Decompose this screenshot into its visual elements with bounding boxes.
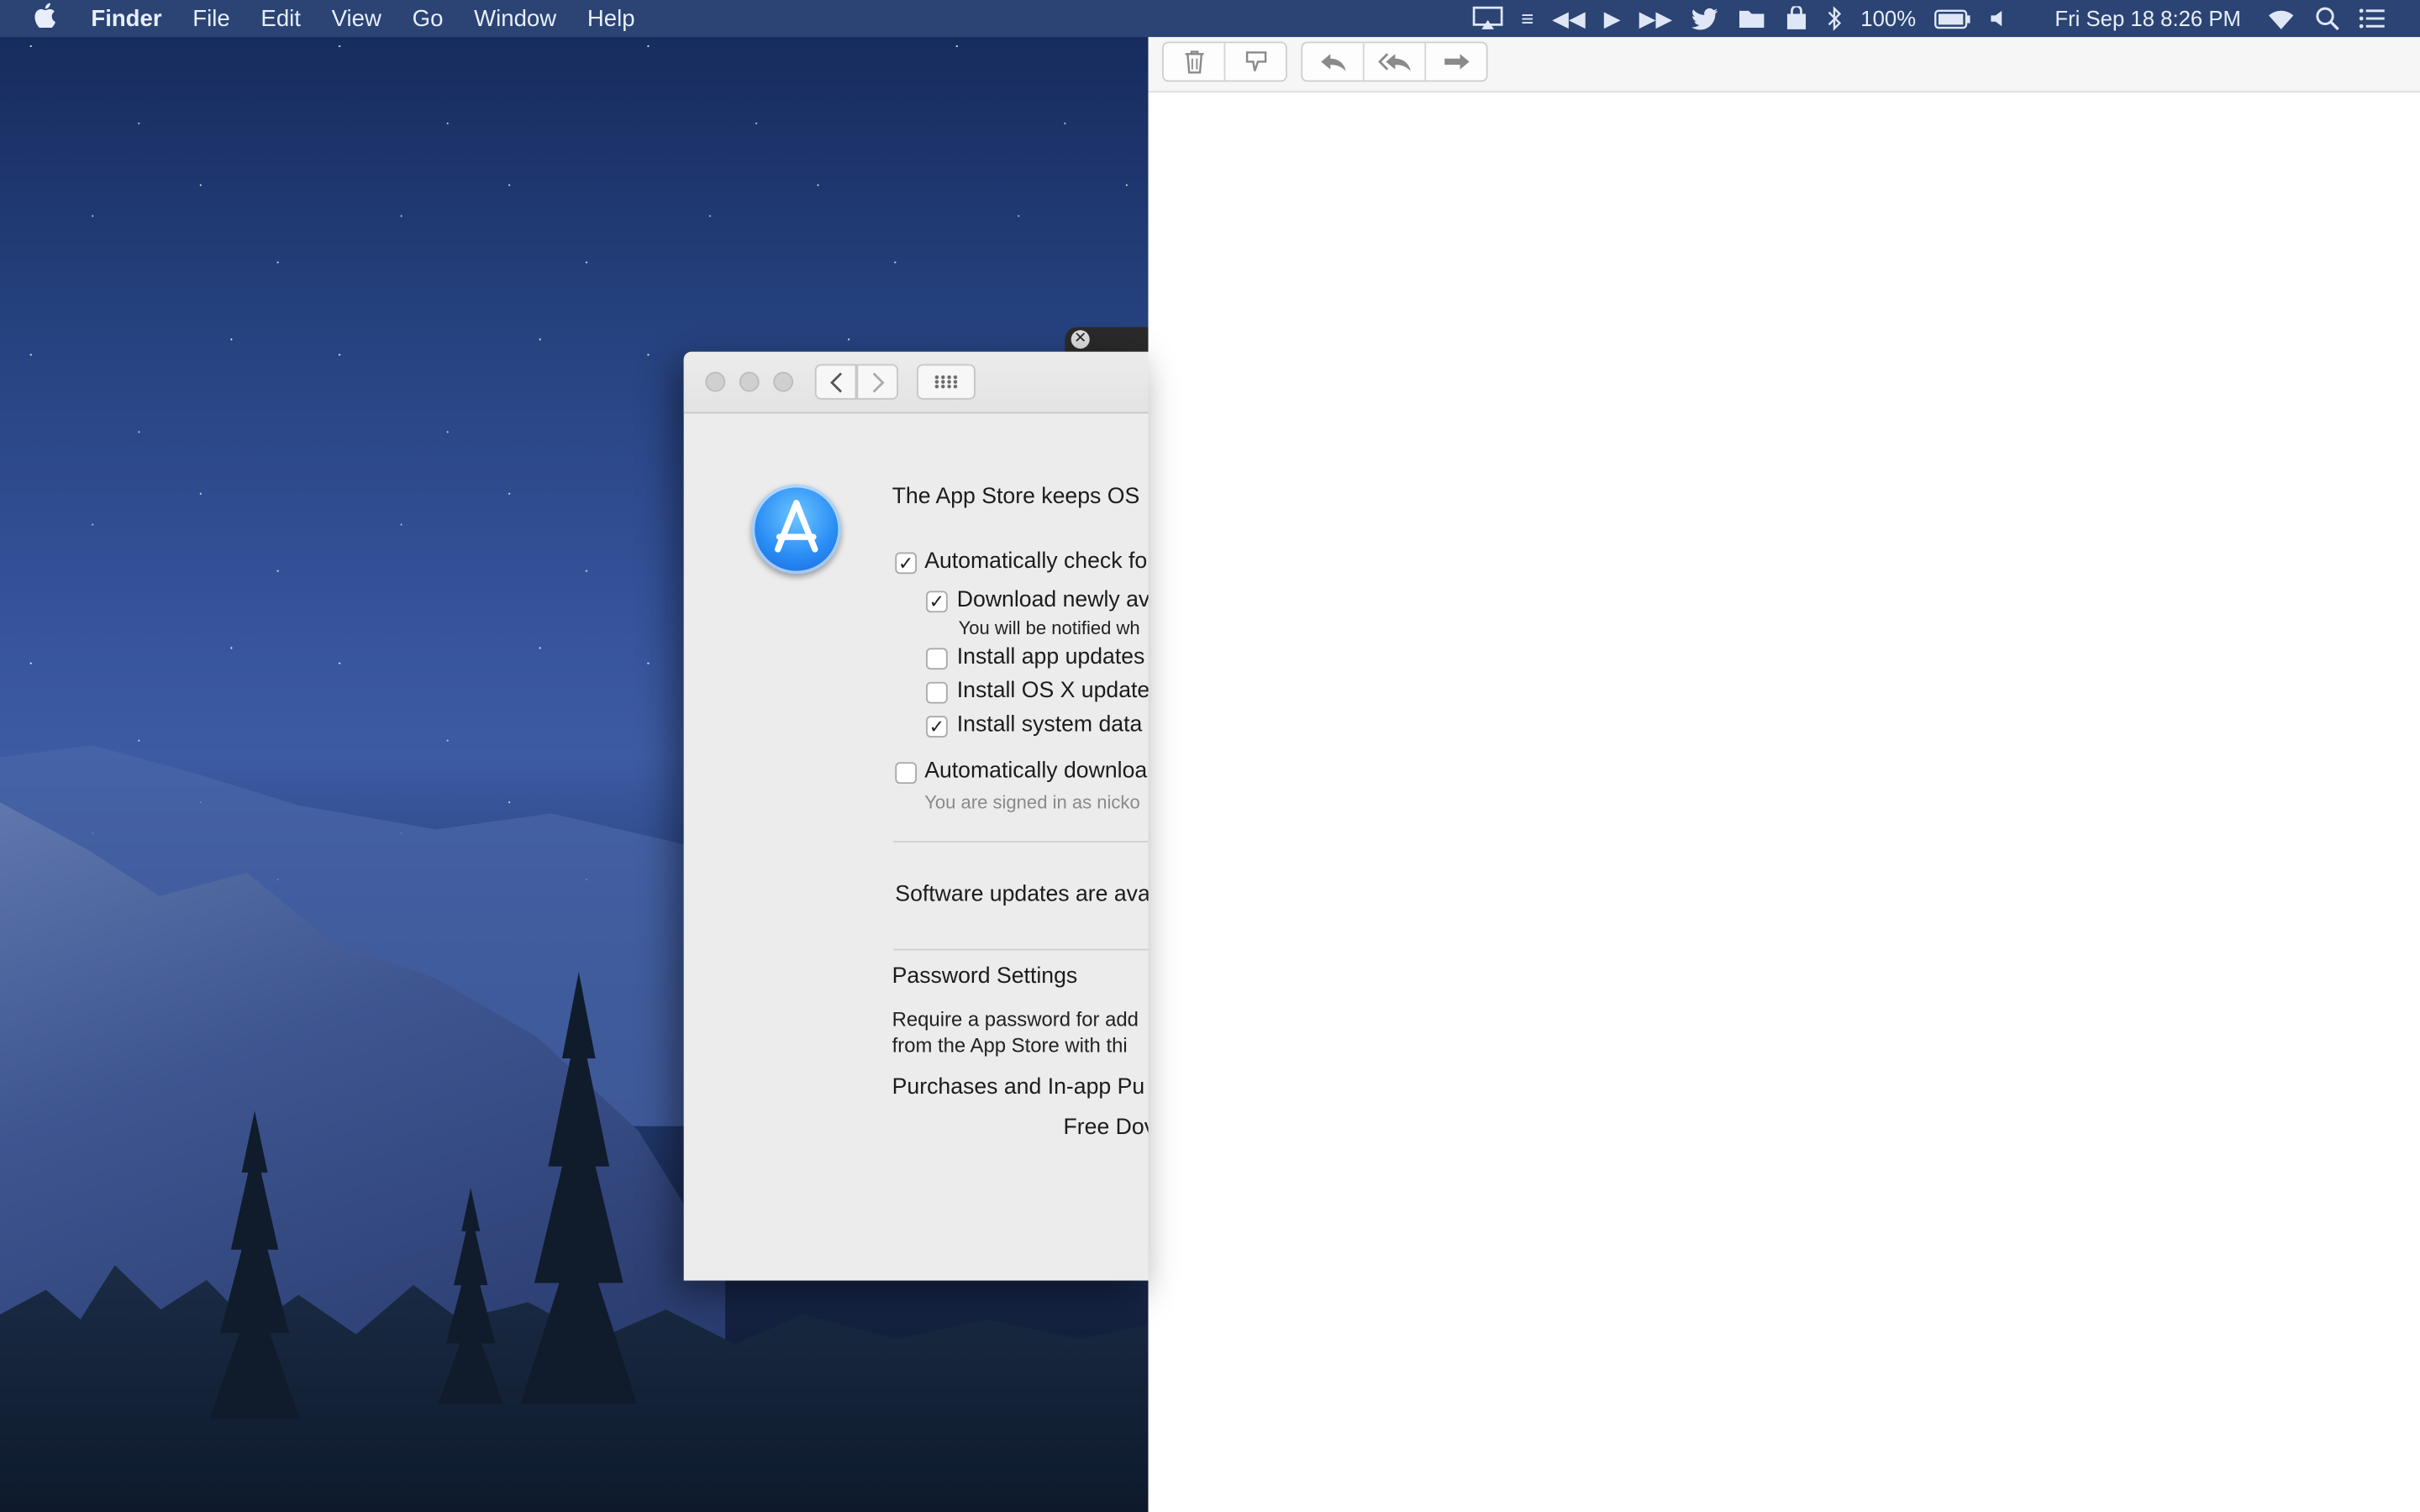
menu-go[interactable]: Go	[413, 5, 444, 31]
reply-all-icon[interactable]	[1365, 43, 1427, 81]
label-install-system-data: Install system data	[956, 712, 1143, 738]
updates-available-text: Software updates are ava	[895, 882, 1149, 907]
password-settings-heading: Password Settings	[892, 963, 1078, 990]
battery-percent[interactable]: 100%	[1860, 6, 1916, 30]
notified-note: You will be notified wh	[958, 617, 1140, 639]
menu-edit[interactable]: Edit	[260, 5, 300, 31]
label-auto-check: Automatically check fo	[924, 549, 1148, 575]
apple-menu-icon[interactable]	[34, 3, 65, 34]
reply-icon[interactable]	[1302, 43, 1365, 81]
mail-toolbar-group-reply	[1301, 41, 1488, 82]
show-all-button[interactable]	[917, 364, 976, 400]
checkbox-install-system-data[interactable]: ✓	[926, 716, 948, 738]
list-icon[interactable]: ≡	[1521, 0, 1534, 37]
menu-window[interactable]: Window	[474, 5, 556, 31]
checkbox-install-osx-updates[interactable]	[926, 681, 948, 704]
menu-file[interactable]: File	[192, 5, 229, 31]
checkbox-auto-check[interactable]: ✓	[895, 552, 918, 575]
require-password-line-2: from the App Store with thi	[892, 1033, 1128, 1058]
label-install-osx-updates: Install OS X update	[956, 679, 1149, 704]
free-downloads-label: Free Dov	[1063, 1115, 1149, 1141]
menu-help[interactable]: Help	[587, 5, 635, 31]
zoom-button[interactable]	[773, 371, 794, 392]
app-store-icon	[751, 484, 842, 575]
airplay-icon[interactable]	[1471, 0, 1502, 37]
mail-toolbar-group-delete	[1162, 41, 1287, 82]
checkbox-install-app-updates[interactable]	[926, 648, 948, 670]
twitter-icon[interactable]	[1691, 0, 1718, 37]
app-store-preferences-window: The App Store keeps OS ✓ Automatically c…	[683, 351, 1149, 1281]
minimize-button[interactable]	[739, 371, 760, 392]
label-download-new: Download newly av	[956, 587, 1149, 613]
forward-button[interactable]	[856, 364, 898, 400]
menu-finder[interactable]: Finder	[91, 5, 161, 31]
checkbox-auto-download[interactable]	[895, 762, 918, 785]
folder-icon[interactable]	[1737, 0, 1765, 37]
label-install-app-updates: Install app updates	[956, 644, 1145, 670]
mail-window	[1148, 37, 2420, 1512]
back-button[interactable]	[814, 364, 857, 400]
menu-view[interactable]: View	[332, 5, 381, 31]
separator	[893, 841, 1149, 843]
bluetooth-icon[interactable]	[1827, 0, 1842, 37]
junk-icon[interactable]	[1225, 43, 1286, 80]
close-icon[interactable]: ✕	[1071, 330, 1090, 349]
spotlight-icon[interactable]	[2315, 0, 2339, 37]
close-button[interactable]	[705, 371, 726, 392]
volume-icon[interactable]	[1990, 0, 2012, 37]
signed-in-note: You are signed in as nicko	[924, 791, 1140, 813]
bag-icon[interactable]	[1783, 0, 1807, 37]
grid-icon	[934, 375, 959, 389]
window-titlebar	[683, 351, 1149, 414]
intro-text: The App Store keeps OS	[892, 484, 1140, 510]
wifi-icon[interactable]	[2265, 0, 2296, 37]
trash-icon[interactable]	[1164, 43, 1226, 81]
play-icon[interactable]: ▶	[1604, 0, 1621, 37]
rewind-icon[interactable]: ◀◀	[1552, 0, 1586, 37]
notification-pill: ✕	[1065, 327, 1149, 352]
separator	[893, 948, 1149, 951]
checkbox-download-new[interactable]: ✓	[926, 591, 948, 613]
battery-icon[interactable]	[1934, 0, 1971, 37]
purchases-label: Purchases and In-app Pu	[892, 1075, 1145, 1100]
fast-forward-icon[interactable]: ▶▶	[1639, 0, 1673, 37]
label-auto-download: Automatically downloa	[924, 759, 1148, 785]
menu-bar: Finder File Edit View Go Window Help ≡ ◀…	[0, 0, 2420, 38]
mail-toolbar	[1148, 37, 2420, 93]
notification-center-icon[interactable]	[2359, 0, 2386, 37]
clock[interactable]: Fri Sep 18 8:26 PM	[2054, 6, 2241, 30]
require-password-line-1: Require a password for add	[892, 1007, 1139, 1031]
forward-icon[interactable]	[1426, 43, 1486, 80]
